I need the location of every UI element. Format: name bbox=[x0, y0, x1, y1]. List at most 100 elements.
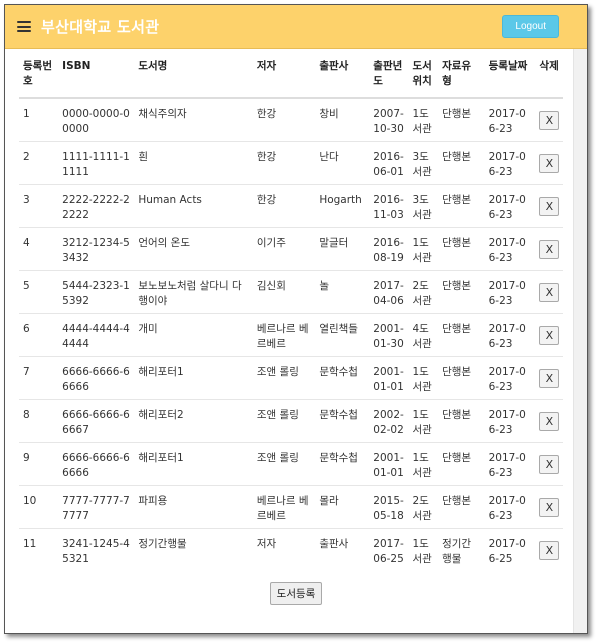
cell-title: 파피용 bbox=[134, 485, 253, 529]
cell-title: 채식주의자 bbox=[138, 108, 187, 120]
cell-type: 단행본 bbox=[438, 399, 485, 443]
table-row: 4 3212-1234-53432 언어의 온도 이기주 말글터 2016-08-19 1도… bbox=[19, 227, 563, 271]
cell-delete: X bbox=[535, 98, 563, 142]
delete-button[interactable]: X bbox=[539, 111, 560, 130]
hamburger-menu-icon[interactable] bbox=[17, 21, 31, 32]
cell-publisher: 문학수첩 bbox=[315, 399, 370, 443]
logout-button[interactable]: Logout bbox=[502, 15, 559, 38]
cell-reg-no: 1 bbox=[23, 108, 30, 120]
cell-isbn: 6666-6666-66666 bbox=[58, 356, 135, 400]
scrollbar[interactable] bbox=[573, 49, 587, 633]
header-reg-date: 등록날짜 bbox=[484, 49, 536, 99]
cell-publisher: 창비 bbox=[319, 108, 339, 120]
delete-button[interactable]: X bbox=[539, 326, 560, 345]
cell-location: 1도서관 bbox=[408, 528, 439, 572]
cell-publisher: 말글터 bbox=[315, 227, 370, 271]
cell-type: 단행본 bbox=[438, 356, 485, 400]
header-delete: 삭제 bbox=[535, 49, 563, 99]
header-type: 자료유형 bbox=[438, 49, 485, 99]
cell-author: 김신회 bbox=[252, 270, 316, 314]
cell-publisher: 난다 bbox=[315, 141, 370, 185]
table-row: 2 1111-1111-11111 흰 한강 난다 2016-06-01 3도서관 단행본 20… bbox=[19, 141, 563, 185]
delete-button[interactable]: X bbox=[539, 541, 560, 560]
cell-pub-date: 2001-01-01 bbox=[369, 442, 409, 486]
cell-reg-date: 2017-06-23 bbox=[484, 270, 536, 314]
cell-type: 단행본 bbox=[438, 227, 485, 271]
cell-isbn: 3241-1245-45321 bbox=[58, 528, 135, 572]
cell-publisher: 열린책들 bbox=[315, 313, 370, 357]
cell-reg-no: 4 bbox=[19, 227, 59, 271]
cell-location: 1도서관 bbox=[408, 356, 439, 400]
cell-title: 언어의 온도 bbox=[134, 227, 253, 271]
cell-type: 정기간행물 bbox=[438, 528, 485, 572]
header-pub-year: 출판년도 bbox=[369, 49, 409, 99]
delete-button[interactable]: X bbox=[539, 240, 560, 259]
cell-reg-date: 2017-06-23 bbox=[484, 313, 536, 357]
navbar: 부산대학교 도서관 Logout bbox=[5, 5, 587, 49]
cell-location: 2도서관 bbox=[408, 485, 439, 529]
cell-author: 한강 bbox=[256, 108, 277, 120]
cell-type: 단행본 bbox=[438, 442, 485, 486]
cell-isbn: 1111-1111-11111 bbox=[58, 141, 135, 185]
register-book-button[interactable]: 도서등록 bbox=[269, 581, 323, 605]
delete-button[interactable]: X bbox=[539, 498, 560, 517]
cell-isbn: 5444-2323-15392 bbox=[58, 270, 135, 314]
cell-title: 정기간행물 bbox=[134, 528, 253, 572]
cell-reg-no: 5 bbox=[19, 270, 59, 314]
cell-pub-date: 2015-05-18 bbox=[369, 485, 409, 529]
header-author: 저자 bbox=[252, 49, 316, 99]
cell-publisher: 문학수첩 bbox=[315, 356, 370, 400]
cell-pub-date: 2017-04-06 bbox=[369, 270, 409, 314]
cell-isbn: 4444-4444-44444 bbox=[58, 313, 135, 357]
cell-title: 해리포터1 bbox=[134, 442, 253, 486]
delete-button[interactable]: X bbox=[539, 197, 560, 216]
cell-reg-no: 6 bbox=[19, 313, 59, 357]
cell-title: 흰 bbox=[134, 141, 253, 185]
delete-button[interactable]: X bbox=[539, 283, 560, 302]
cell-delete: X bbox=[535, 313, 563, 357]
cell-reg-date: 2017-06-23 bbox=[484, 141, 536, 185]
cell-isbn: 3212-1234-53432 bbox=[58, 227, 135, 271]
cell-pub-date: 2017-06-25 bbox=[369, 528, 409, 572]
brand-title[interactable]: 부산대학교 도서관 bbox=[41, 16, 159, 37]
cell-type: 단행본 bbox=[438, 184, 485, 228]
delete-button[interactable]: X bbox=[539, 154, 560, 173]
table-row: 11 3241-1245-45321 정기간행물 저자 출판사 2017-06-25 1도서… bbox=[19, 528, 563, 572]
table-row: 3 2222-2222-22222 Human Acts 한강 Hogarth 2016-… bbox=[19, 184, 563, 228]
cell-delete: X bbox=[535, 270, 563, 314]
cell-title: 보노보노처럼 살다니 다행이야 bbox=[134, 270, 253, 314]
cell-isbn: 7777-7777-77777 bbox=[58, 485, 135, 529]
header-location: 도서위치 bbox=[408, 49, 439, 99]
cell-reg-date: 2017-06-23 bbox=[488, 108, 526, 135]
cell-reg-no: 11 bbox=[19, 528, 59, 572]
table-row: 10 7777-7777-77777 파피용 베르나르 베르베르 몰라 2015-05-1… bbox=[19, 485, 563, 529]
delete-button[interactable]: X bbox=[539, 369, 560, 388]
cell-location: 1도서관 bbox=[412, 108, 432, 135]
cell-isbn: 6666-6666-66666 bbox=[58, 442, 135, 486]
cell-reg-date: 2017-06-23 bbox=[484, 184, 536, 228]
cell-location: 2도서관 bbox=[408, 270, 439, 314]
cell-delete: X bbox=[535, 528, 563, 572]
table-header-row: 등록번호 ISBN 도서명 저자 출판사 출판년도 도서위치 자료유형 등록날짜… bbox=[19, 49, 563, 99]
delete-button[interactable]: X bbox=[539, 412, 560, 431]
cell-reg-no: 9 bbox=[19, 442, 59, 486]
table-row: 9 6666-6666-66666 해리포터1 조앤 롤링 문학수첩 2001-01-01… bbox=[19, 442, 563, 486]
cell-publisher: 몰라 bbox=[315, 485, 370, 529]
cell-delete: X bbox=[535, 442, 563, 486]
cell-delete: X bbox=[535, 399, 563, 443]
cell-reg-date: 2017-06-25 bbox=[484, 528, 536, 572]
cell-title: 해리포터1 bbox=[134, 356, 253, 400]
cell-reg-no: 7 bbox=[19, 356, 59, 400]
table-row: 5 5444-2323-15392 보노보노처럼 살다니 다행이야 김신회 놀 2017-… bbox=[19, 270, 563, 314]
table-row: 1 0000-0000-00000 채식주의자 한강 창비 2007-10-30 1도서관 단… bbox=[19, 98, 563, 142]
table-row: 7 6666-6666-66666 해리포터1 조앤 롤링 문학수첩 2001-01-01… bbox=[19, 356, 563, 400]
delete-button[interactable]: X bbox=[539, 455, 560, 474]
cell-reg-date: 2017-06-23 bbox=[484, 356, 536, 400]
cell-author: 저자 bbox=[252, 528, 316, 572]
app-window: 부산대학교 도서관 Logout 등록번호 ISBN 도서명 저자 출판사 출판… bbox=[4, 4, 588, 634]
cell-delete: X bbox=[535, 227, 563, 271]
cell-author: 조앤 롤링 bbox=[252, 356, 316, 400]
cell-type: 단행본 bbox=[438, 313, 485, 357]
cell-author: 베르나르 베르베르 bbox=[252, 485, 316, 529]
cell-reg-no: 2 bbox=[19, 141, 59, 185]
